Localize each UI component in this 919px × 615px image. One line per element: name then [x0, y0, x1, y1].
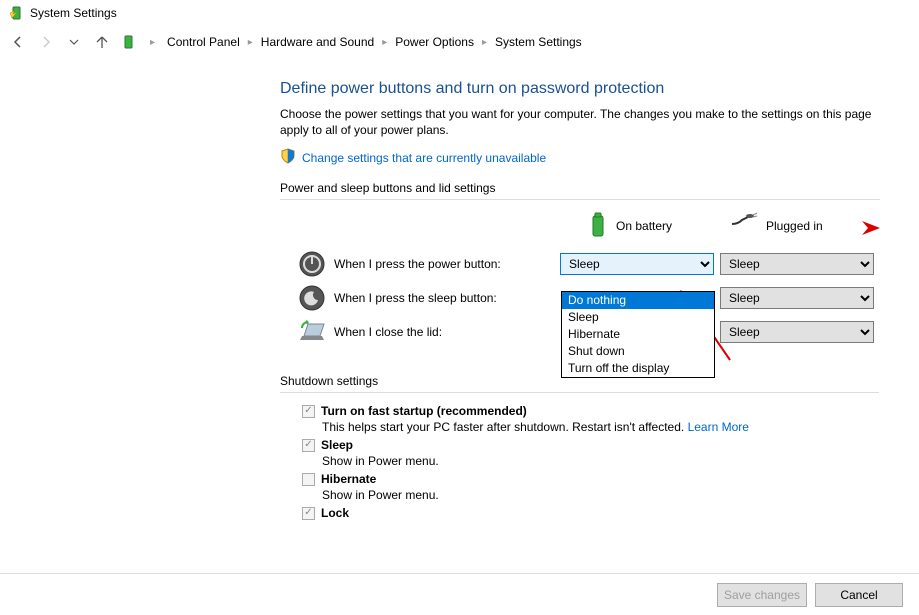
breadcrumb: Control Panel ▸ Hardware and Sound ▸ Pow…	[163, 33, 586, 51]
save-button[interactable]: Save changes	[717, 583, 807, 607]
section-label: Power and sleep buttons and lid settings	[280, 181, 879, 195]
shutdown-section: Shutdown settings Turn on fast startup (…	[280, 374, 879, 523]
window-title: System Settings	[30, 6, 117, 20]
chk-hibernate-desc: Show in Power menu.	[322, 488, 879, 502]
chevron-right-icon: ▸	[382, 37, 387, 48]
dropdown-option[interactable]: Shut down	[562, 343, 714, 360]
chk-hibernate-title: Hibernate	[321, 472, 376, 486]
chk-sleep: Sleep Show in Power menu.	[302, 438, 879, 468]
titlebar: System Settings	[0, 0, 919, 26]
footer: Save changes Cancel	[0, 573, 919, 615]
dropdown-option[interactable]: Turn off the display	[562, 360, 714, 377]
forward-button[interactable]	[36, 32, 56, 52]
row-lid-label: When I close the lid:	[334, 325, 442, 339]
lid-plugged-select[interactable]: Sleep	[720, 321, 874, 343]
sleep-plugged-select[interactable]: Sleep	[720, 287, 874, 309]
chk-hibernate: Hibernate Show in Power menu.	[302, 472, 879, 502]
chk-sleep-desc: Show in Power menu.	[322, 454, 879, 468]
crumb-system-settings[interactable]: System Settings	[491, 33, 586, 51]
checkbox-hibernate[interactable]	[302, 473, 315, 486]
power-icon	[120, 34, 136, 50]
chk-fast-title: Turn on fast startup (recommended)	[321, 404, 527, 418]
cancel-button[interactable]: Cancel	[815, 583, 903, 607]
content-area: Define power buttons and turn on passwor…	[0, 58, 919, 535]
row-power-label: When I press the power button:	[334, 257, 501, 271]
chk-sleep-title: Sleep	[321, 438, 353, 452]
crumb-control-panel[interactable]: Control Panel	[163, 33, 244, 51]
power-battery-select[interactable]: Sleep	[560, 253, 714, 275]
battery-shield-icon	[8, 5, 24, 21]
row-sleep-label: When I press the sleep button:	[334, 291, 497, 305]
power-button-icon	[298, 250, 326, 278]
chk-fast-desc: This helps start your PC faster after sh…	[322, 420, 688, 434]
col-battery-label: On battery	[616, 219, 672, 233]
history-dropdown[interactable]	[64, 32, 84, 52]
dropdown-option[interactable]: Sleep	[562, 309, 714, 326]
checkbox-lock[interactable]	[302, 507, 315, 520]
dropdown-option[interactable]: Do nothing	[562, 292, 714, 309]
change-settings-link[interactable]: Change settings that are currently unava…	[302, 151, 546, 165]
chevron-right-icon: ▸	[248, 37, 253, 48]
learn-more-link[interactable]: Learn More	[688, 420, 749, 434]
navbar: ▸ Control Panel ▸ Hardware and Sound ▸ P…	[0, 26, 919, 58]
crumb-power-options[interactable]: Power Options	[391, 33, 478, 51]
plug-icon	[730, 212, 758, 240]
row-power-button: When I press the power button: Sleep Sle…	[280, 250, 880, 278]
shield-icon	[280, 148, 296, 167]
up-button[interactable]	[92, 32, 112, 52]
power-plugged-select[interactable]: Sleep	[720, 253, 874, 275]
checkbox-fast-startup[interactable]	[302, 405, 315, 418]
page-intro: Choose the power settings that you want …	[280, 106, 879, 138]
battery-icon	[588, 212, 608, 240]
back-button[interactable]	[8, 32, 28, 52]
sleep-button-icon	[298, 284, 326, 312]
crumb-hardware[interactable]: Hardware and Sound	[257, 33, 378, 51]
col-plugged-label: Plugged in	[766, 219, 823, 233]
dropdown-option[interactable]: Hibernate	[562, 326, 714, 343]
page-title: Define power buttons and turn on passwor…	[280, 80, 879, 98]
checkbox-sleep[interactable]	[302, 439, 315, 452]
chevron-right-icon: ▸	[482, 37, 487, 48]
laptop-lid-icon	[298, 318, 326, 346]
chk-lock: Lock	[302, 506, 879, 520]
chk-fast-startup: Turn on fast startup (recommended) This …	[302, 404, 879, 434]
chk-lock-title: Lock	[321, 506, 349, 520]
power-battery-dropdown-open[interactable]: Do nothingSleepHibernateShut downTurn of…	[561, 291, 715, 378]
